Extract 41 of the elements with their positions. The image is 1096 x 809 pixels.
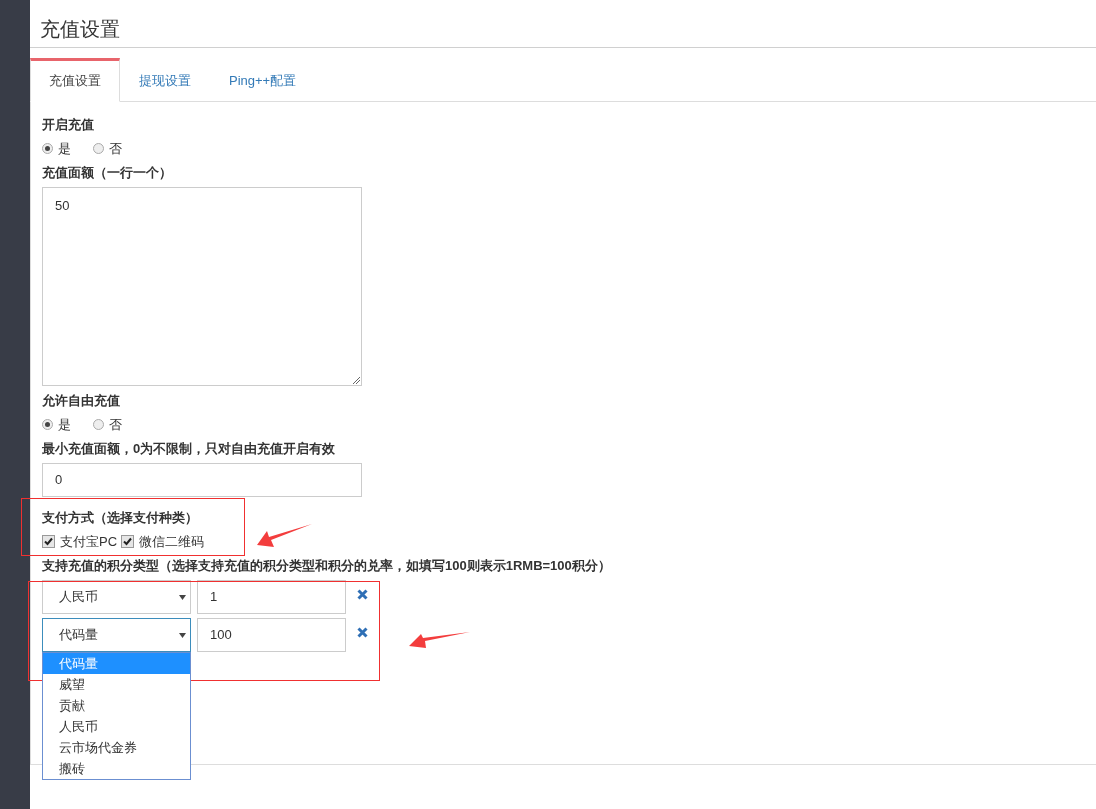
annotation-arrow <box>257 523 313 549</box>
checkbox-label: 支付宝PC <box>60 532 118 551</box>
field-label: 支付方式（选择支付种类） <box>42 509 199 527</box>
point-type-select[interactable]: 人民币 <box>42 580 191 614</box>
rate-field[interactable]: 1 <box>197 580 346 614</box>
min-amount-field[interactable]: 0 <box>42 463 362 497</box>
field-label: 充值面额（一行一个） <box>42 164 173 182</box>
radio-label: 否 <box>109 415 122 434</box>
checkbox[interactable] <box>42 535 55 548</box>
radio-button[interactable] <box>93 143 104 154</box>
radio-button[interactable] <box>93 419 104 430</box>
radio-label: 否 <box>109 139 122 158</box>
tab[interactable]: 充值设置 <box>30 58 120 102</box>
radio-button[interactable] <box>42 419 53 430</box>
field-label: 最小充值面额，0为不限制，只对自由充值开启有效 <box>42 440 337 458</box>
caret-icon <box>179 632 186 638</box>
field-label: 支持充值的积分类型（选择支持充值的积分类型和积分的兑率，如填写100则表示1RMB=100积分） <box>42 557 612 575</box>
point-type-select[interactable]: 代码量 <box>42 618 191 652</box>
resize-grip-icon <box>353 377 360 384</box>
amounts-textarea[interactable]: 50 <box>42 187 362 386</box>
field-label: 允许自由充值 <box>42 392 121 410</box>
radio-label: 是 <box>58 139 71 158</box>
radio-label: 是 <box>58 415 71 434</box>
dropdown-option[interactable]: 人民币 <box>43 716 190 737</box>
checkbox[interactable] <box>121 535 135 548</box>
tab[interactable]: Ping++配置 <box>210 58 316 102</box>
dropdown-option[interactable]: 威望 <box>43 674 190 695</box>
dropdown-option[interactable]: 云市场代金券 <box>43 737 190 758</box>
caret-icon <box>179 594 186 600</box>
remove-icon[interactable] <box>357 589 368 600</box>
tab[interactable]: 提现设置 <box>120 58 210 102</box>
checkbox-label: 微信二维码 <box>139 532 205 551</box>
field-label: 开启充值 <box>42 116 95 134</box>
remove-icon[interactable] <box>357 627 368 638</box>
annotation-arrow <box>409 631 471 649</box>
radio-button[interactable] <box>42 143 53 154</box>
rate-field[interactable]: 100 <box>197 618 346 652</box>
page-title: 充值设置 <box>30 0 1096 48</box>
textarea-value: 50 <box>55 198 70 213</box>
dropdown-option[interactable]: 搬砖 <box>43 758 190 779</box>
dropdown-option[interactable]: 贡献 <box>43 695 190 716</box>
